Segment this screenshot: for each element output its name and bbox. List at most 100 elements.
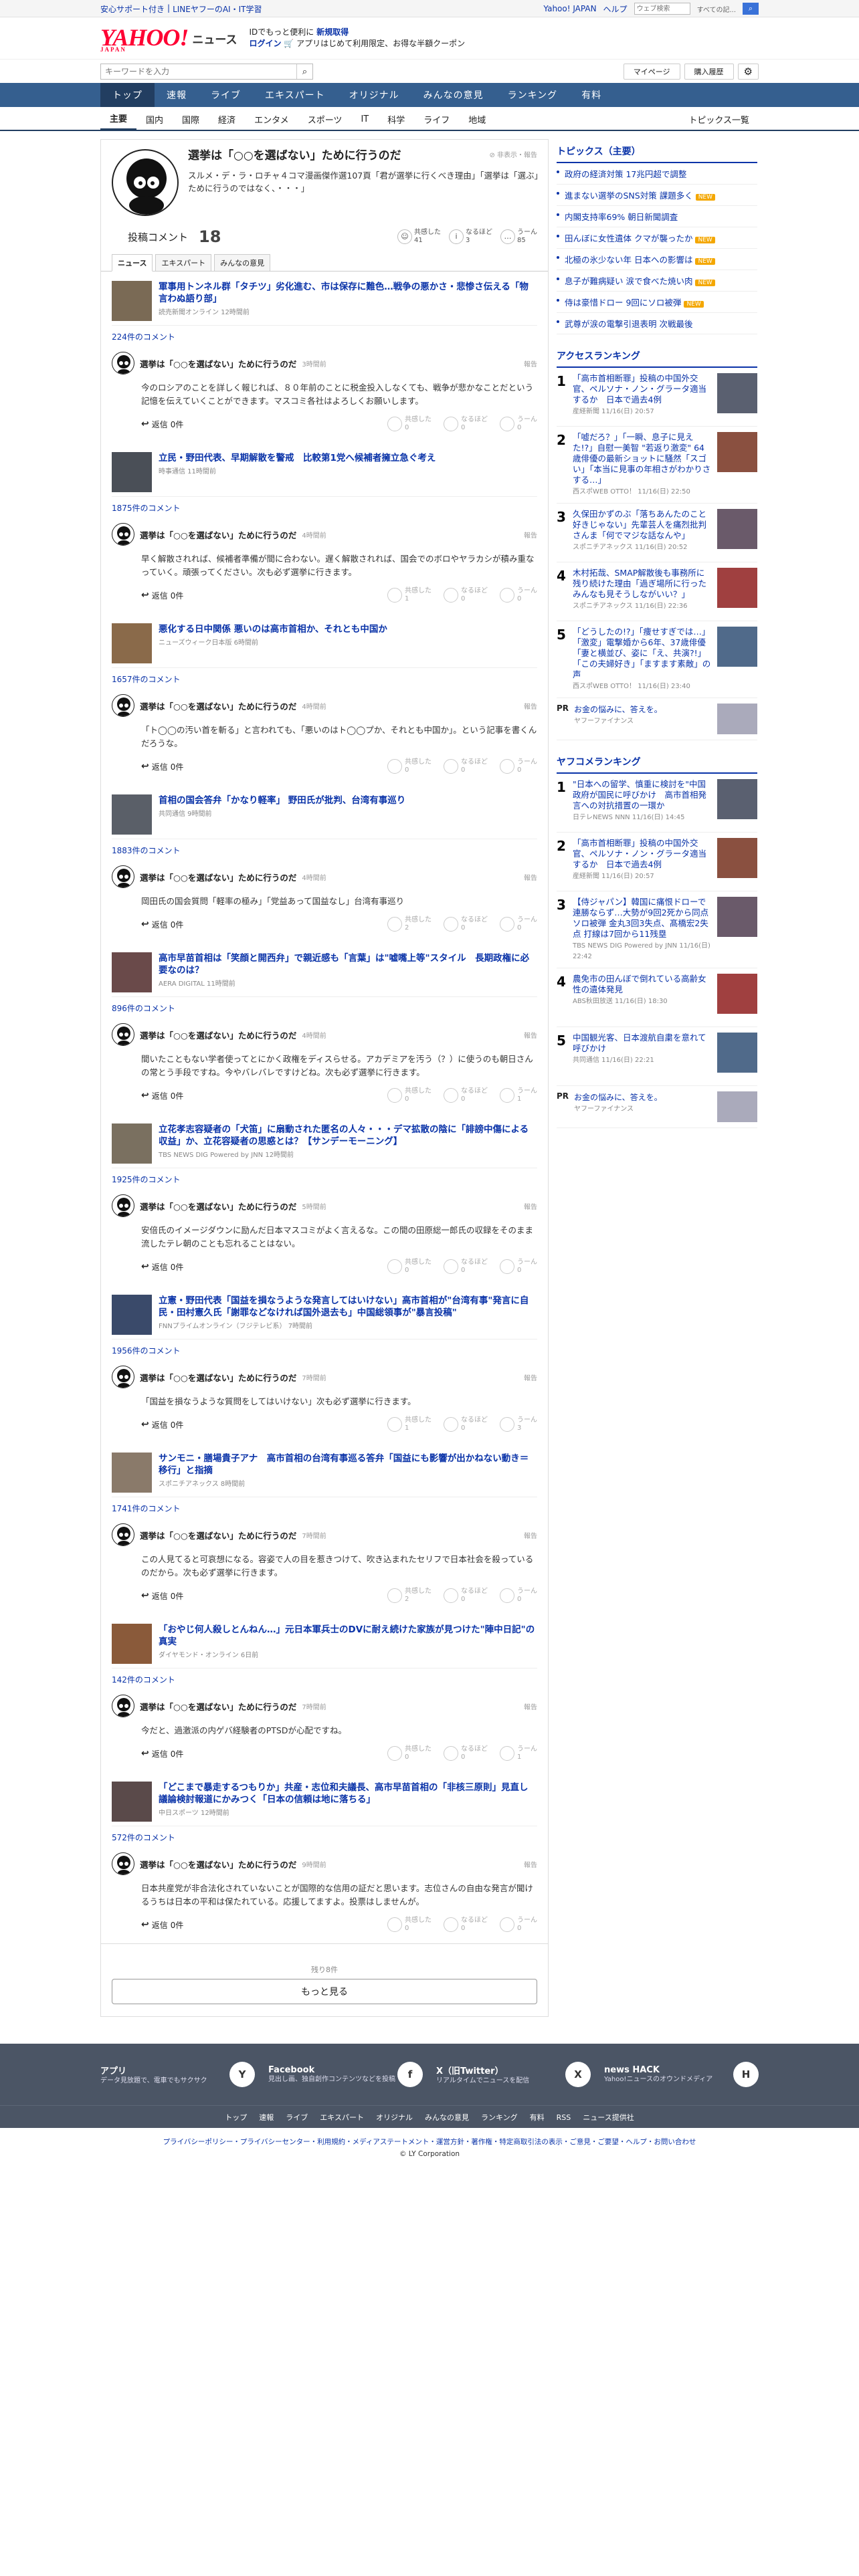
news-title[interactable]: 軍事用トンネル群「タチツ」劣化進む、市は保存に難色…戦争の悪かさ・悲惨さ伝える「…: [159, 281, 537, 305]
ranking-item[interactable]: 3 【侍ジャパン】韓国に痛恨ドローで連勝ならず…大勢が9回2死から同点ソロ被弾 金…: [557, 891, 757, 968]
news-thumbnail[interactable]: [112, 281, 152, 321]
news-comment-count[interactable]: 1875件のコメント: [112, 497, 537, 518]
ranking-title[interactable]: 中国観光客、日本渡航自粛を意れて呼びかけ: [573, 1033, 706, 1053]
vote-button[interactable]: 共感した 2: [387, 916, 432, 932]
comment-tab[interactable]: みんなの意見: [214, 254, 271, 271]
commenter-name[interactable]: 選挙は「○○を選ばない」ために行うのだ: [140, 1029, 296, 1041]
ranking-title[interactable]: 「嘘だろ？」「一瞬、息子に見えた!?」自慰一美智 "若返り激変" 64歳俳優の最…: [573, 432, 710, 485]
vote-button[interactable]: 共感した 0: [387, 416, 432, 432]
ranking-item[interactable]: 4 木村拓哉、SMAP解散後も事務所に残り続けた理由「過ぎ場所に行ったみんなも見そ…: [557, 562, 757, 621]
topic-item[interactable]: 進まない選挙のSNS対策 課題多く NEW: [557, 185, 757, 206]
subnav-item[interactable]: 経済: [209, 108, 245, 130]
help-link[interactable]: ヘルプ: [603, 3, 628, 15]
subnav-item[interactable]: エンタメ: [245, 108, 298, 130]
ranking-thumbnail[interactable]: [717, 568, 757, 608]
report-link[interactable]: 報告: [524, 1859, 537, 1869]
commenter-avatar[interactable]: [112, 1023, 134, 1046]
gnav-item[interactable]: エキスパート: [253, 83, 337, 107]
topic-item[interactable]: 内閣支持率69% 朝日新聞調査: [557, 206, 757, 227]
topic-item[interactable]: 田んぼに女性遺体 クマが襲ったか NEW: [557, 227, 757, 249]
news-title[interactable]: 首相の国会答弁「かなり軽率」 野田氏が批判、台湾有事巡り: [159, 794, 405, 807]
social-icon[interactable]: X: [565, 2062, 591, 2087]
vote-button[interactable]: 共感した 2: [387, 1588, 432, 1604]
subnav-item[interactable]: 地域: [459, 108, 495, 130]
report-link[interactable]: 報告: [524, 1372, 537, 1382]
pr-ad[interactable]: PR お金の悩みに、答えを。 ヤフーファイナンス: [557, 1086, 757, 1128]
ranking-item[interactable]: 1 「高市首相断罪」投稿の中国外交官、ペルソナ・ノン・グラータ適当するか 日本で過…: [557, 368, 757, 427]
topic-item[interactable]: 武尊が涙の電撃引退表明 次戦最後: [557, 313, 757, 334]
yahoo-japan-link[interactable]: Yahoo! JAPAN: [543, 4, 596, 13]
ranking-title[interactable]: 久保田かずのぶ「落ちあんたのこと好きじゃない」先輩芸人を痛烈批判 さんま「何でマ…: [573, 509, 715, 540]
ranking-item[interactable]: 3 久保田かずのぶ「落ちあんたのこと好きじゃない」先輩芸人を痛烈批判 さんま「何で…: [557, 504, 757, 562]
vote-button[interactable]: 共感した 0: [387, 1259, 432, 1275]
vote-button[interactable]: なるほど 0: [444, 1259, 488, 1275]
ranking-thumbnail[interactable]: [717, 432, 757, 472]
subnav-item[interactable]: 国内: [136, 108, 173, 130]
vote-button[interactable]: うーん 3: [500, 1416, 537, 1432]
footer-nav-link[interactable]: オリジナル: [376, 2112, 413, 2123]
gnav-item[interactable]: ランキング: [496, 83, 570, 107]
footer-nav-link[interactable]: 有料: [530, 2112, 545, 2123]
topic-item[interactable]: 侍は豪惜ドロー 9回にソロ被弾 NEW: [557, 292, 757, 313]
news-comment-count[interactable]: 1956件のコメント: [112, 1339, 537, 1360]
commenter-name[interactable]: 選挙は「○○を選ばない」ために行うのだ: [140, 700, 296, 712]
related-news[interactable]: 立花孝志容疑者の「犬笛」に扇動された匿名の人々・・・デマ拡散の陰に「誹謗中傷によ…: [112, 1114, 537, 1168]
topic-item[interactable]: 政府の経済対策 17兆円超で調整: [557, 163, 757, 185]
footer-nav-link[interactable]: ランキング: [481, 2112, 518, 2123]
gnav-item[interactable]: 有料: [569, 83, 613, 107]
subnav-item[interactable]: 主要: [100, 108, 137, 130]
vote-button[interactable]: うーん 0: [500, 1259, 537, 1275]
news-title[interactable]: 立花孝志容疑者の「犬笛」に扇動された匿名の人々・・・デマ拡散の陰に「誹謗中傷によ…: [159, 1123, 537, 1148]
vote-button[interactable]: なるほど 0: [444, 758, 488, 774]
search-icon[interactable]: ⌕: [296, 64, 312, 79]
social-icon[interactable]: Y: [229, 2062, 255, 2087]
footer-nav-link[interactable]: ライブ: [286, 2112, 308, 2123]
subnav-item[interactable]: 国際: [173, 108, 209, 130]
reply-button[interactable]: ↩ 返信 0件: [141, 1419, 183, 1430]
ranking-thumbnail[interactable]: [717, 509, 757, 549]
report-link[interactable]: 報告: [524, 701, 537, 711]
subnav-item[interactable]: ライフ: [414, 108, 459, 130]
social-icon[interactable]: H: [733, 2062, 759, 2087]
commenter-avatar[interactable]: [112, 1194, 134, 1217]
news-comment-count[interactable]: 224件のコメント: [112, 326, 537, 346]
comment-tab[interactable]: ニュース: [112, 254, 153, 272]
commenter-name[interactable]: 選挙は「○○を選ばない」ために行うのだ: [140, 1858, 296, 1870]
ad-image[interactable]: [717, 704, 757, 734]
related-news[interactable]: 悪化する日中関係 悪いのは高市首相か、それとも中国か ニューズウィーク日本版 6時…: [112, 614, 537, 668]
ranking-thumbnail[interactable]: [717, 974, 757, 1014]
footer-nav-link[interactable]: トップ: [225, 2112, 247, 2123]
vote-button[interactable]: うーん 0: [500, 1917, 537, 1933]
vote-button[interactable]: なるほど 0: [444, 1087, 488, 1103]
vote-button[interactable]: うーん 0: [500, 916, 537, 932]
news-comment-count[interactable]: 572件のコメント: [112, 1826, 537, 1847]
news-thumbnail[interactable]: [112, 1624, 152, 1664]
vote-button[interactable]: なるほど 0: [444, 916, 488, 932]
commenter-avatar[interactable]: [112, 523, 134, 546]
vote-button[interactable]: 共感した 0: [387, 1745, 432, 1761]
footer-nav-link[interactable]: エキスパート: [320, 2112, 364, 2123]
reply-button[interactable]: ↩ 返信 0件: [141, 590, 183, 601]
commenter-avatar[interactable]: [112, 1523, 134, 1546]
web-search-input[interactable]: [634, 3, 690, 15]
ranking-thumbnail[interactable]: [717, 1033, 757, 1073]
mypage-button[interactable]: マイページ: [623, 64, 680, 80]
report-link[interactable]: 報告: [524, 1530, 537, 1540]
gnav-item[interactable]: ライブ: [199, 83, 253, 107]
related-news[interactable]: 首相の国会答弁「かなり軽率」 野田氏が批判、台湾有事巡り 共同通信 9時間前: [112, 785, 537, 839]
purchase-history-button[interactable]: 購入履歴: [684, 64, 734, 80]
commenter-name[interactable]: 選挙は「○○を選ばない」ために行うのだ: [140, 1529, 296, 1541]
news-comment-count[interactable]: 142件のコメント: [112, 1669, 537, 1689]
news-title[interactable]: 「どこまで暴走するつもりか」共産・志位和夫議長、高市早苗首相の「非核三原則」見直…: [159, 1782, 537, 1806]
yahoo-logo[interactable]: YAHOO! JAPAN: [100, 23, 189, 53]
subnav-item[interactable]: スポーツ: [298, 108, 352, 130]
news-title[interactable]: 高市早苗首相は「笑顔と開西弁」で親近感も「言葉」は"嘘嘴上等"スタイル 長期政権…: [159, 952, 537, 976]
commenter-name[interactable]: 選挙は「○○を選ばない」ために行うのだ: [140, 1371, 296, 1384]
ranking-title[interactable]: 【侍ジャパン】韓国に痛恨ドローで連勝ならず…大勢が9回2死から同点ソロ被弾 金丸…: [573, 897, 708, 939]
reply-button[interactable]: ↩ 返信 0件: [141, 419, 183, 430]
related-news[interactable]: 立憲・野田代表「国益を損なうような発言してはいけない」高市首相が"台湾有事"発言…: [112, 1285, 537, 1339]
ranking-thumbnail[interactable]: [717, 779, 757, 819]
web-search-scope[interactable]: すべての記...: [697, 4, 736, 14]
news-title[interactable]: 立憲・野田代表「国益を損なうような発言してはいけない」高市首相が"台湾有事"発言…: [159, 1295, 537, 1319]
signup-link[interactable]: 新規取得: [316, 27, 349, 37]
